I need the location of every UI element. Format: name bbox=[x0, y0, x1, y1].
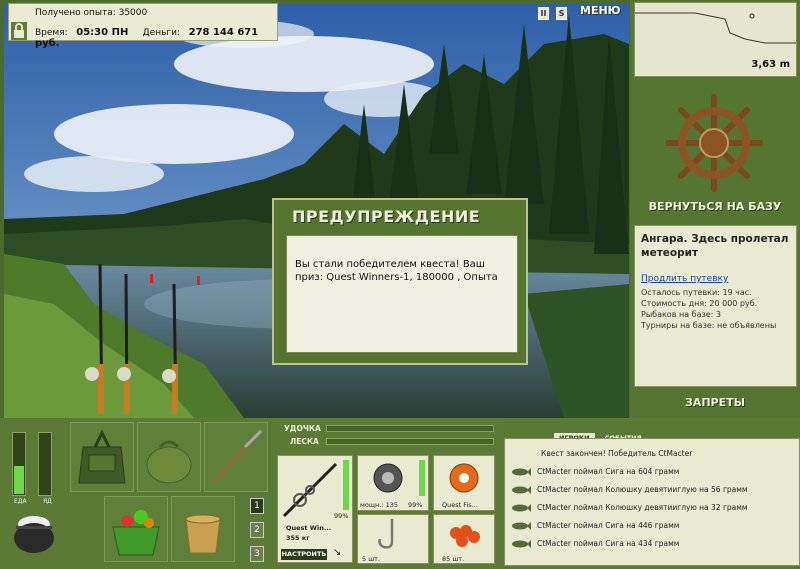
location-title: Ангара. Здесь пролетал метеорит bbox=[641, 233, 789, 259]
list-item: CtMacter поймал Колюшку девятииглую на 5… bbox=[511, 485, 748, 495]
bait-slot[interactable]: 85 шт. bbox=[433, 514, 495, 564]
basket-icon bbox=[112, 510, 160, 556]
money-label: Деньги: bbox=[142, 28, 181, 38]
log-text: CtMacter поймал Колюшку девятииглую на 5… bbox=[537, 485, 748, 494]
rod-percent: 99% bbox=[334, 512, 349, 520]
rod-slot-3-button[interactable]: 3 bbox=[250, 546, 264, 562]
lock-icon[interactable] bbox=[11, 22, 27, 40]
rod-strength-bar bbox=[326, 425, 494, 432]
fish-icon bbox=[511, 521, 531, 531]
bag-icon bbox=[146, 440, 192, 484]
bans-button[interactable]: ЗАПРЕТЫ bbox=[630, 396, 800, 409]
sound-button[interactable]: S bbox=[556, 7, 567, 20]
food-bar bbox=[12, 432, 26, 496]
events-panel: ИГРОКИ СОБЫТИЯ Квест закончен! Победител… bbox=[504, 421, 800, 569]
log-text: CtMacter поймал Колюшку девятииглую на 3… bbox=[537, 503, 748, 512]
return-to-base-button[interactable]: ВЕРНУТЬСЯ НА БАЗУ bbox=[630, 200, 800, 213]
line-slot[interactable]: Quest Fis... bbox=[433, 455, 495, 511]
rod-weight: 355 кг bbox=[286, 534, 310, 542]
depth-value: 3,63 m bbox=[751, 59, 790, 70]
events-log: Квест закончен! Победитель CtMacter CtMa… bbox=[504, 438, 800, 566]
fish-icon bbox=[511, 467, 531, 477]
food-bar-fill bbox=[14, 466, 24, 494]
bucket-slot[interactable] bbox=[171, 496, 235, 562]
reel-power: мощн.: 135 bbox=[360, 501, 398, 509]
right-panel: 3,63 m ВЕРНУТЬСЯ НА БАЗУ Ангара. Здесь п… bbox=[630, 0, 800, 418]
rod-label: УДОЧКА bbox=[284, 424, 321, 433]
fish-icon bbox=[511, 539, 531, 549]
food-label: ЕДА bbox=[14, 498, 27, 505]
line-label: ЛЕСКА bbox=[290, 437, 319, 446]
player-status-panel: Получено опыта: 35000 Время: 05:30 ПН Де… bbox=[8, 3, 278, 49]
hook-slot[interactable]: 5 шт. bbox=[357, 514, 429, 564]
cauldron-icon[interactable] bbox=[10, 512, 58, 556]
sound-icon: S bbox=[558, 9, 565, 18]
game-screen: Получено опыта: 35000 Время: 05:30 ПН Де… bbox=[0, 0, 800, 569]
dialog-message: Вы стали победителем квеста! Ваш приз: Q… bbox=[286, 235, 518, 353]
ship-wheel-icon[interactable] bbox=[664, 93, 764, 197]
rod-name: Quest Win... bbox=[286, 524, 332, 532]
food-basket-slot[interactable] bbox=[104, 496, 168, 562]
hooks-count: 5 шт. bbox=[362, 555, 381, 563]
menu-button[interactable]: МЕНЮ bbox=[580, 4, 621, 17]
knife-icon bbox=[213, 429, 263, 483]
fish-icon bbox=[511, 485, 531, 495]
log-header: Квест закончен! Победитель CtMacter bbox=[541, 449, 693, 458]
extend-trip-link[interactable]: Продлить путевку bbox=[641, 274, 790, 284]
fish-icon bbox=[511, 503, 531, 513]
warning-dialog: ПРЕДУПРЕЖДЕНИЕ Вы стали победителем квес… bbox=[272, 198, 528, 365]
bucket-icon bbox=[185, 514, 221, 554]
experience-text: Получено опыта: 35000 bbox=[35, 8, 148, 18]
list-item: CtMacter поймал Сига на 446 грамм bbox=[511, 521, 679, 531]
line-spool-icon bbox=[449, 463, 479, 493]
line-strength-bar bbox=[326, 438, 494, 445]
water-bar bbox=[38, 432, 52, 496]
dialog-title: ПРЕДУПРЕЖДЕНИЕ bbox=[292, 207, 481, 226]
line-name: Quest Fis... bbox=[442, 501, 478, 509]
time-value: 05:30 ПН bbox=[76, 27, 129, 38]
arrow-icon: ↘ bbox=[333, 547, 342, 558]
reel-condition-bar bbox=[419, 460, 425, 496]
info-line: Турниры на базе: не объявлены bbox=[641, 321, 777, 330]
rod-slot-2-button[interactable]: 2 bbox=[250, 522, 264, 538]
location-info: Ангара. Здесь пролетал метеорит Продлить… bbox=[634, 225, 797, 387]
time-label: Время: bbox=[35, 28, 68, 38]
log-text: CtMacter поймал Сига на 604 грамм bbox=[537, 467, 680, 476]
list-item: CtMacter поймал Сига на 604 грамм bbox=[511, 467, 679, 477]
rod-tackle-slot[interactable]: Quest Win... 355 кг 99% bbox=[277, 455, 353, 563]
water-label: ЯД bbox=[43, 498, 52, 505]
list-item: CtMacter поймал Сига на 434 грамм bbox=[511, 539, 679, 549]
info-line: Стоимость дня: 20 000 руб. bbox=[641, 299, 758, 308]
log-text: CtMacter поймал Сига на 446 грамм bbox=[537, 521, 680, 530]
knife-slot[interactable] bbox=[204, 422, 268, 492]
rod-condition-bar bbox=[343, 460, 349, 510]
log-text: CtMacter поймал Сига на 434 грамм bbox=[537, 539, 680, 548]
setup-button[interactable]: НАСТРОИТЬ bbox=[281, 549, 327, 560]
reel-icon bbox=[373, 463, 403, 493]
bait-icon bbox=[450, 525, 480, 547]
info-line: Осталось путевки: 19 час. bbox=[641, 288, 752, 297]
rod-slot-1-button[interactable]: 1 bbox=[250, 498, 264, 514]
bait-count: 85 шт. bbox=[442, 555, 465, 563]
backpack-slot[interactable] bbox=[70, 422, 134, 492]
hook-icon bbox=[378, 519, 394, 549]
pause-button[interactable]: II bbox=[538, 7, 549, 20]
backpack-icon bbox=[78, 429, 126, 484]
info-line: Рыбаков на базе: 3 bbox=[641, 310, 721, 319]
events-tabs: ИГРОКИ СОБЫТИЯ bbox=[554, 425, 647, 443]
pause-icon: II bbox=[540, 9, 547, 18]
bait-bag-slot[interactable] bbox=[137, 422, 201, 492]
list-item: CtMacter поймал Колюшку девятииглую на 3… bbox=[511, 503, 748, 513]
depth-map: 3,63 m bbox=[634, 2, 797, 77]
rod-icon bbox=[282, 462, 338, 518]
reel-slot[interactable]: мощн.: 135 99% bbox=[357, 455, 429, 511]
reel-percent: 99% bbox=[408, 501, 423, 509]
